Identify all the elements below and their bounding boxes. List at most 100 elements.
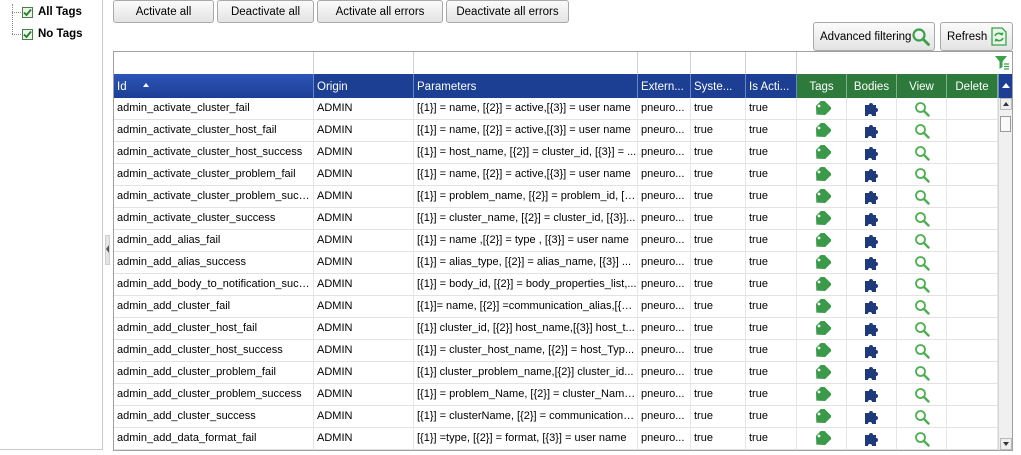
table-row[interactable]: admin_activate_cluster_host_fail ADMIN [{1… [114,120,998,142]
tag-icon[interactable] [797,274,847,295]
puzzle-icon[interactable] [847,318,897,339]
puzzle-icon[interactable] [847,98,897,119]
column-header-system[interactable]: Syste... [691,74,746,98]
magnifier-icon[interactable] [897,208,947,229]
table-row[interactable]: admin_activate_cluster_fail ADMIN [{1}] = … [114,98,998,120]
table-row[interactable]: admin_add_alias_fail ADMIN [{1}] = name ,[… [114,230,998,252]
column-header-origin[interactable]: Origin [314,74,414,98]
puzzle-icon[interactable] [847,208,897,229]
delete-cell[interactable] [947,384,998,405]
filter-cell-external[interactable] [638,52,691,74]
magnifier-icon[interactable] [897,142,947,163]
scroll-up-button[interactable] [1000,98,1012,110]
tag-icon[interactable] [797,384,847,405]
table-row[interactable]: admin_activate_cluster_success ADMIN [{1}]… [114,208,998,230]
magnifier-icon[interactable] [897,428,947,449]
delete-cell[interactable] [947,186,998,207]
column-header-tags[interactable]: Tags [797,74,847,98]
magnifier-icon[interactable] [897,230,947,251]
funnel-icon[interactable] [994,55,1010,74]
puzzle-icon[interactable] [847,120,897,141]
magnifier-icon[interactable] [897,252,947,273]
delete-cell[interactable] [947,142,998,163]
column-header-external[interactable]: Extern... [638,74,691,98]
filter-cell-system[interactable] [691,52,746,74]
puzzle-icon[interactable] [847,340,897,361]
magnifier-icon[interactable] [897,296,947,317]
puzzle-icon[interactable] [847,296,897,317]
delete-cell[interactable] [947,164,998,185]
filter-cell-parameters[interactable] [414,52,638,74]
magnifier-icon[interactable] [897,164,947,185]
table-row[interactable]: admin_add_cluster_fail ADMIN [{1}]= name, … [114,296,998,318]
puzzle-icon[interactable] [847,428,897,449]
tag-icon[interactable] [797,340,847,361]
delete-cell[interactable] [947,120,998,141]
delete-cell[interactable] [947,98,998,119]
delete-cell[interactable] [947,340,998,361]
filter-cell-active[interactable] [746,52,797,74]
magnifier-icon[interactable] [897,318,947,339]
activate-all-errors-button[interactable]: Activate all errors [317,0,443,23]
magnifier-icon[interactable] [897,274,947,295]
puzzle-icon[interactable] [847,406,897,427]
delete-cell[interactable] [947,296,998,317]
table-row[interactable]: admin_add_cluster_host_fail ADMIN [{1}] cl… [114,318,998,340]
scroll-to-top-button[interactable] [998,74,1012,98]
column-header-parameters[interactable]: Parameters [414,74,638,98]
tag-icon[interactable] [797,406,847,427]
tree-item-all-tags[interactable]: All Tags [22,4,82,20]
tag-icon[interactable] [797,186,847,207]
tree-item-no-tags[interactable]: No Tags [22,26,83,42]
column-header-active[interactable]: Is Acti... [746,74,797,98]
tag-icon[interactable] [797,230,847,251]
tag-icon[interactable] [797,208,847,229]
puzzle-icon[interactable] [847,186,897,207]
tag-icon[interactable] [797,428,847,449]
puzzle-icon[interactable] [847,164,897,185]
delete-cell[interactable] [947,274,998,295]
tag-icon[interactable] [797,296,847,317]
tag-icon[interactable] [797,252,847,273]
magnifier-icon[interactable] [897,120,947,141]
tag-icon[interactable] [797,142,847,163]
delete-cell[interactable] [947,428,998,449]
checkbox-all-tags[interactable] [22,6,33,18]
table-row[interactable]: admin_activate_cluster_problem_fail ADMIN… [114,164,998,186]
table-row[interactable]: admin_add_cluster_problem_fail ADMIN [{1}]… [114,362,998,384]
table-row[interactable]: admin_activate_cluster_problem_succ... AD… [114,186,998,208]
delete-cell[interactable] [947,318,998,339]
vertical-scrollbar[interactable] [998,98,1012,450]
activate-all-button[interactable]: Activate all [113,0,214,23]
table-row[interactable]: admin_activate_cluster_host_success ADMIN… [114,142,998,164]
checkbox-no-tags[interactable] [22,28,33,40]
filter-cell-id[interactable] [114,52,314,74]
magnifier-icon[interactable] [897,98,947,119]
table-row[interactable]: admin_add_cluster_success ADMIN [{1}] = cl… [114,406,998,428]
delete-cell[interactable] [947,230,998,251]
table-row[interactable]: admin_add_body_to_notification_succ... AD… [114,274,998,296]
column-header-id[interactable]: Id [114,74,314,98]
advanced-filtering-button[interactable]: Advanced filtering [813,22,935,51]
magnifier-icon[interactable] [897,362,947,383]
tag-icon[interactable] [797,164,847,185]
puzzle-icon[interactable] [847,274,897,295]
puzzle-icon[interactable] [847,230,897,251]
table-row[interactable]: admin_add_cluster_problem_success ADMIN[{… [114,384,998,406]
column-header-delete[interactable]: Delete [947,74,998,98]
table-row[interactable]: admin_add_data_format_fail ADMIN [{1}] =ty… [114,428,998,450]
delete-cell[interactable] [947,362,998,383]
puzzle-icon[interactable] [847,384,897,405]
scroll-down-button[interactable] [1000,438,1012,450]
refresh-button[interactable]: Refresh [940,22,1013,51]
deactivate-all-errors-button[interactable]: Deactivate all errors [446,0,569,23]
magnifier-icon[interactable] [897,406,947,427]
column-header-view[interactable]: View [897,74,947,98]
delete-cell[interactable] [947,252,998,273]
table-row[interactable]: admin_add_alias_success ADMIN [{1}] = alia… [114,252,998,274]
delete-cell[interactable] [947,406,998,427]
deactivate-all-button[interactable]: Deactivate all [217,0,314,23]
column-header-bodies[interactable]: Bodies [847,74,897,98]
collapse-arrow-icon[interactable] [106,245,109,253]
puzzle-icon[interactable] [847,252,897,273]
